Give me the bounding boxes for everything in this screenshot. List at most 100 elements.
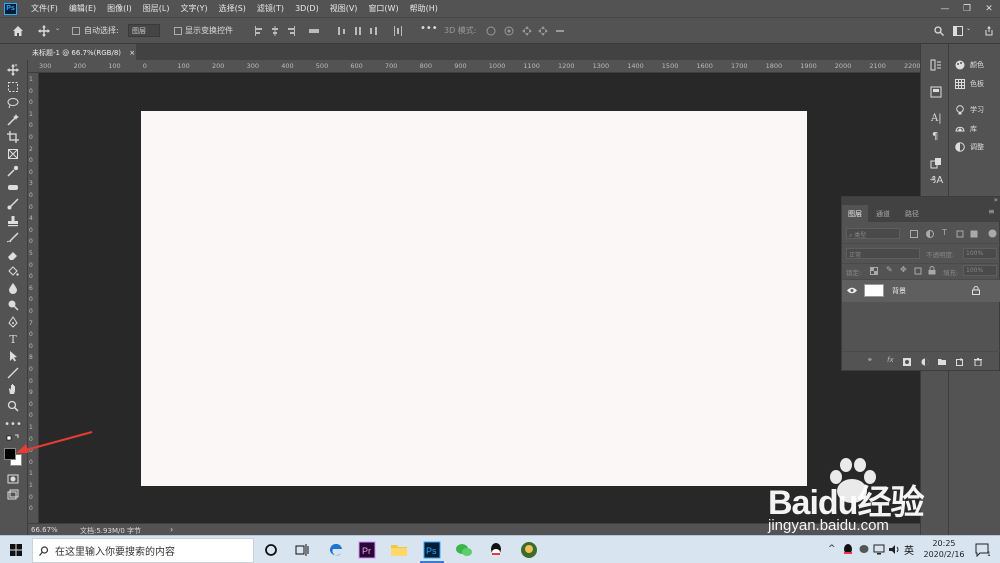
screen-mode-icon[interactable]: [6, 489, 20, 501]
photoshop-app-icon[interactable]: Ps: [423, 541, 441, 559]
tab-paths[interactable]: 路径: [905, 209, 919, 219]
menu-file[interactable]: 文件(F): [31, 3, 58, 14]
file-explorer-icon[interactable]: [390, 541, 408, 559]
menu-image[interactable]: 图像(I): [107, 3, 132, 14]
align-top-icon[interactable]: [309, 26, 319, 36]
auto-select-target-dropdown[interactable]: 图层: [128, 24, 160, 37]
paint-bucket-tool-icon[interactable]: [6, 266, 20, 278]
panel-libraries[interactable]: 库: [955, 124, 977, 134]
panel-adjustments[interactable]: 调整: [955, 142, 984, 152]
taskbar-search-box[interactable]: 在这里输入你要搜索的内容: [32, 538, 254, 563]
move-tool-icon[interactable]: [6, 64, 20, 76]
lock-artboard-icon[interactable]: [914, 267, 922, 275]
network-icon[interactable]: [873, 544, 885, 555]
menu-layer[interactable]: 图层(L): [143, 3, 170, 14]
panel-swatches[interactable]: 色板: [955, 79, 984, 89]
restore-button[interactable]: ❐: [956, 0, 978, 17]
eye-visibility-icon[interactable]: [847, 287, 857, 294]
lock-icon[interactable]: [972, 286, 980, 295]
document-canvas[interactable]: [141, 111, 807, 486]
eyedropper-tool-icon[interactable]: [6, 165, 20, 177]
frame-tool-icon[interactable]: [6, 148, 20, 160]
crop-tool-icon[interactable]: [6, 131, 20, 143]
layers-panel-header[interactable]: »: [842, 196, 1000, 205]
menu-3d[interactable]: 3D(D): [295, 4, 319, 13]
qq-icon[interactable]: [487, 541, 505, 559]
lock-all-icon[interactable]: [928, 266, 936, 275]
align-center-icon[interactable]: [270, 26, 280, 36]
3d-orbit-icon[interactable]: [486, 26, 496, 36]
new-layer-icon[interactable]: [956, 358, 964, 366]
3d-scale-icon[interactable]: [555, 26, 565, 36]
link-layers-icon[interactable]: ⚭: [867, 356, 875, 364]
lasso-tool-icon[interactable]: [6, 97, 20, 109]
show-transform-checkbox[interactable]: [174, 27, 182, 35]
fill-input[interactable]: 100%: [963, 265, 997, 276]
chevron-down-icon[interactable]: ⌄: [966, 25, 971, 32]
menu-type[interactable]: 文字(Y): [180, 3, 207, 14]
menu-window[interactable]: 窗口(W): [368, 3, 398, 14]
home-icon[interactable]: [12, 25, 24, 37]
quick-mask-icon[interactable]: [6, 473, 20, 485]
character-panel-icon[interactable]: A|: [931, 113, 942, 124]
glyphs-panel-icon[interactable]: [930, 157, 942, 169]
paragraph-panel-icon[interactable]: ¶: [932, 131, 938, 142]
layer-name[interactable]: 背景: [892, 286, 906, 296]
panel-menu-icon[interactable]: ≡: [988, 207, 995, 216]
minimize-button[interactable]: —: [934, 0, 956, 17]
pen-tool-icon[interactable]: [6, 316, 20, 328]
properties-panel-icon[interactable]: [930, 86, 942, 98]
status-menu-arrow[interactable]: ›: [170, 525, 173, 534]
wechat-tray-icon[interactable]: [859, 544, 869, 555]
document-tab[interactable]: 未标题-1 @ 66.7%(RGB/8) ×: [28, 44, 136, 60]
new-adjustment-layer-icon[interactable]: [921, 358, 929, 366]
filter-adjustment-icon[interactable]: [926, 230, 934, 238]
eraser-tool-icon[interactable]: [6, 249, 20, 261]
panel-color[interactable]: 颜色: [955, 60, 984, 70]
filter-toggle-icon[interactable]: [988, 229, 997, 238]
filter-shape-icon[interactable]: [956, 230, 964, 238]
3d-roll-icon[interactable]: [504, 26, 514, 36]
blur-tool-icon[interactable]: [6, 282, 20, 294]
menu-help[interactable]: 帮助(H): [410, 3, 438, 14]
menu-edit[interactable]: 编辑(E): [69, 3, 96, 14]
layer-row-background[interactable]: 背景: [842, 280, 1000, 302]
close-tab-icon[interactable]: ×: [129, 49, 135, 57]
history-panel-icon[interactable]: [930, 59, 942, 71]
zoom-level[interactable]: 66.67%: [31, 526, 58, 534]
distribute-spacing-icon[interactable]: [393, 26, 403, 36]
filter-smart-object-icon[interactable]: [970, 230, 978, 238]
history-brush-tool-icon[interactable]: [6, 232, 20, 244]
type-tool-icon[interactable]: T: [6, 333, 20, 346]
menu-select[interactable]: 选择(S): [219, 3, 246, 14]
marquee-tool-icon[interactable]: [6, 81, 20, 93]
menu-view[interactable]: 视图(V): [330, 3, 358, 14]
align-left-icon[interactable]: [254, 26, 264, 36]
lock-pixels-icon[interactable]: ✎: [886, 265, 893, 274]
lock-position-icon[interactable]: ✥: [900, 265, 907, 274]
auto-select-checkbox[interactable]: [72, 27, 80, 35]
new-group-icon[interactable]: [938, 358, 946, 366]
magic-wand-tool-icon[interactable]: [6, 114, 20, 126]
search-icon[interactable]: [934, 26, 944, 36]
taskbar-clock[interactable]: 20:25 2020/2/16: [918, 538, 970, 560]
filter-pixel-icon[interactable]: [910, 230, 918, 238]
healing-brush-tool-icon[interactable]: [6, 181, 20, 193]
volume-icon[interactable]: [888, 544, 900, 555]
character-styles-icon[interactable]: ₰A: [930, 175, 943, 186]
edge-browser-icon[interactable]: [327, 541, 345, 559]
hand-tool-icon[interactable]: [6, 383, 20, 395]
windows-start-icon[interactable]: [10, 544, 22, 556]
opacity-input[interactable]: 100%: [963, 248, 997, 259]
fx-icon[interactable]: fx: [887, 356, 895, 364]
3d-slide-icon[interactable]: [538, 26, 548, 36]
path-selection-tool-icon[interactable]: [6, 350, 20, 362]
distribute-left-icon[interactable]: [337, 26, 347, 36]
share-icon[interactable]: [984, 26, 994, 36]
cortana-icon[interactable]: [262, 541, 280, 559]
chevron-down-icon[interactable]: ⌄: [55, 25, 60, 32]
dodge-tool-icon[interactable]: [6, 299, 20, 311]
clone-stamp-tool-icon[interactable]: [6, 215, 20, 227]
zoom-tool-icon[interactable]: [6, 400, 20, 412]
distribute-center-icon[interactable]: [353, 26, 363, 36]
